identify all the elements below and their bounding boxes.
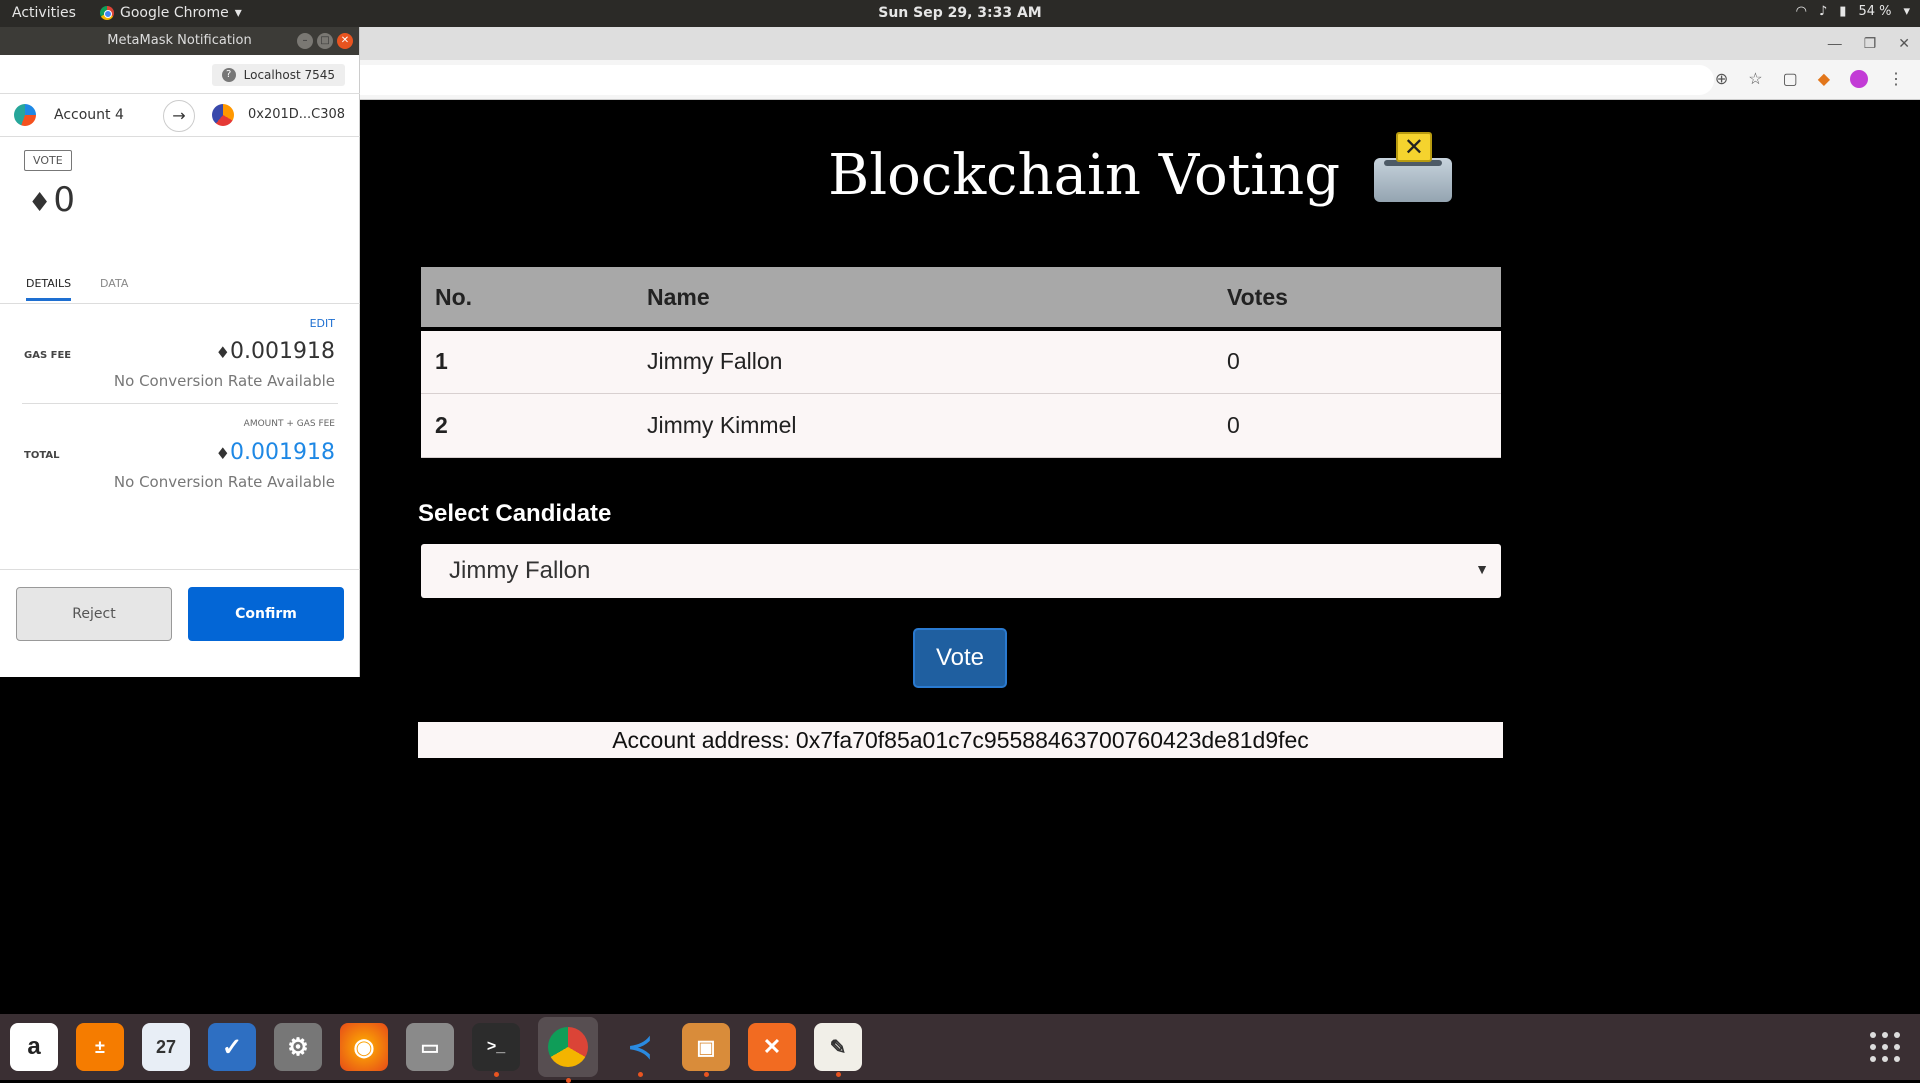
arrow-right-icon: → (163, 100, 195, 132)
tasks-icon[interactable]: ✓ (208, 1023, 256, 1071)
metamask-tabs: DETAILS DATA (0, 272, 360, 304)
page-title-text: Blockchain Voting (828, 143, 1341, 208)
tx-amount-value: 0 (53, 180, 75, 220)
maximize-icon[interactable]: □ (317, 33, 333, 49)
caret-down-icon: ▼ (1475, 561, 1489, 577)
bookmark-star-icon[interactable]: ☆ (1748, 69, 1762, 89)
close-icon[interactable]: ✕ (337, 33, 353, 49)
header-no: No. (421, 267, 633, 331)
header-name: Name (633, 267, 1213, 331)
more-menu-icon[interactable]: ⋮ (1888, 69, 1904, 89)
metamask-window-title: MetaMask Notification (107, 33, 252, 48)
system-tray[interactable]: ◠ ♪ ▮ 54 % ▾ (1796, 4, 1910, 19)
confirm-button[interactable]: Confirm (188, 587, 344, 641)
cell-no: 1 (421, 329, 633, 394)
tab-details[interactable]: DETAILS (26, 277, 72, 301)
battery-percent: 54 % (1858, 4, 1892, 19)
settings-icon[interactable]: ⚙ (274, 1023, 322, 1071)
header-votes: Votes (1213, 267, 1501, 331)
tab-data[interactable]: DATA (100, 277, 128, 290)
metamask-popup: MetaMask Notification – □ ✕ ? Localhost … (0, 27, 360, 677)
chrome-tab-strip: — ❐ ✕ (360, 27, 1920, 60)
eth-icon: ♦ (28, 188, 52, 218)
calendar-icon[interactable]: 27 (142, 1023, 190, 1071)
ballot-box-icon: ✕ (1373, 130, 1452, 202)
table-header-row: No. Name Votes (421, 267, 1501, 331)
eth-icon: ♦ (215, 343, 231, 362)
page-title: Blockchain Voting ✕ (360, 130, 1920, 208)
method-badge: VOTE (24, 150, 72, 171)
network-indicator[interactable]: ? Localhost 7545 (211, 64, 345, 86)
profile-avatar[interactable] (1850, 70, 1868, 88)
candidates-table: No. Name Votes 1 Jimmy Fallon 0 2 Jimmy … (421, 267, 1501, 458)
cell-name: Jimmy Kimmel (633, 393, 1213, 458)
total-label: TOTAL (24, 450, 60, 461)
minimize-icon[interactable]: – (297, 33, 313, 49)
cell-name: Jimmy Fallon (633, 329, 1213, 394)
terminal-icon[interactable]: >_ (472, 1023, 520, 1077)
gas-fee-conversion: No Conversion Rate Available (113, 372, 335, 390)
divider (0, 569, 360, 570)
amazon-icon[interactable]: a (10, 1023, 58, 1071)
account-route: Account 4 → 0x201D...C308 (0, 93, 360, 137)
vscode-icon[interactable]: ≺ (616, 1023, 664, 1077)
zoom-icon[interactable]: ⊕ (1715, 69, 1728, 89)
chevron-down-icon: ▾ (1903, 4, 1910, 19)
table-row: 1 Jimmy Fallon 0 (421, 329, 1501, 394)
eth-icon: ♦ (215, 444, 231, 463)
chrome-dock-icon[interactable] (538, 1017, 598, 1083)
account-address-bar: Account address: 0x7fa70f85a01c7c95588463… (418, 722, 1503, 758)
to-address[interactable]: 0x201D...C308 (248, 107, 345, 122)
minimize-icon[interactable]: — (1828, 35, 1842, 52)
chrome-toolbar: ⊕ ☆ ▢ ◆ ⋮ (360, 60, 1920, 100)
cell-votes: 0 (1213, 393, 1501, 458)
account-address-value: 0x7fa70f85a01c7c95588463700760423de81d9f… (795, 727, 1309, 753)
wifi-icon: ◠ (1795, 4, 1807, 19)
total-value: ♦0.001918 (216, 440, 335, 465)
package-icon[interactable]: ▣ (682, 1023, 730, 1077)
dock: a ± 27 ✓ ⚙ ◉ ▭ >_ ≺ ▣ ✕ ✎ (0, 1014, 1920, 1083)
reject-button[interactable]: Reject (16, 587, 172, 641)
text-editor-icon[interactable]: ✎ (814, 1023, 862, 1077)
total-conversion: No Conversion Rate Available (113, 473, 335, 491)
to-account-avatar (212, 104, 234, 126)
metamask-extension-icon[interactable]: ◆ (1818, 69, 1830, 89)
help-icon: ? (221, 68, 236, 82)
calculator-icon[interactable]: ± (76, 1023, 124, 1071)
gas-fee-label: GAS FEE (24, 350, 72, 361)
account-address-label: Account address: (612, 727, 790, 753)
select-candidate-label: Select Candidate (418, 500, 612, 527)
edit-gas-link[interactable]: EDIT (310, 317, 335, 330)
from-account-avatar (14, 104, 36, 126)
total-amount: 0.001918 (230, 440, 335, 465)
gas-fee-amount: 0.001918 (230, 339, 335, 364)
cell-votes: 0 (1213, 329, 1501, 394)
metamask-titlebar: MetaMask Notification – □ ✕ (0, 27, 359, 55)
firefox-icon[interactable]: ◉ (340, 1023, 388, 1071)
gas-fee-value: ♦0.001918 (216, 339, 335, 364)
from-account-name[interactable]: Account 4 (54, 107, 124, 123)
tx-amount: ♦0 (28, 180, 75, 220)
calendar-day: 27 (155, 1036, 177, 1057)
restore-icon[interactable]: ❐ (1864, 35, 1877, 52)
divider (22, 403, 338, 404)
show-applications-icon[interactable] (1870, 1032, 1900, 1062)
extension-icon[interactable]: ▢ (1783, 69, 1798, 89)
xampp-icon[interactable]: ✕ (748, 1023, 796, 1071)
table-row: 2 Jimmy Kimmel 0 (421, 393, 1501, 458)
amount-gas-label: AMOUNT + GAS FEE (243, 419, 335, 429)
clock[interactable]: Sun Sep 29, 3:33 AM (0, 5, 1920, 21)
address-bar[interactable] (360, 65, 1714, 95)
candidate-select-value: Jimmy Fallon (449, 557, 591, 584)
files-icon[interactable]: ▭ (406, 1023, 454, 1071)
close-icon[interactable]: ✕ (1898, 35, 1910, 52)
system-top-bar: Activities Google Chrome ▾ Sun Sep 29, 3… (0, 0, 1920, 27)
vote-button[interactable]: Vote (913, 628, 1007, 688)
battery-icon: ▮ (1839, 4, 1847, 19)
voting-page: Blockchain Voting ✕ No. Name Votes 1 Jim… (360, 100, 1920, 1014)
network-name: Localhost 7545 (243, 68, 335, 82)
volume-icon: ♪ (1818, 4, 1828, 19)
candidate-select[interactable]: Jimmy Fallon ▼ (421, 544, 1501, 598)
cell-no: 2 (421, 393, 633, 458)
